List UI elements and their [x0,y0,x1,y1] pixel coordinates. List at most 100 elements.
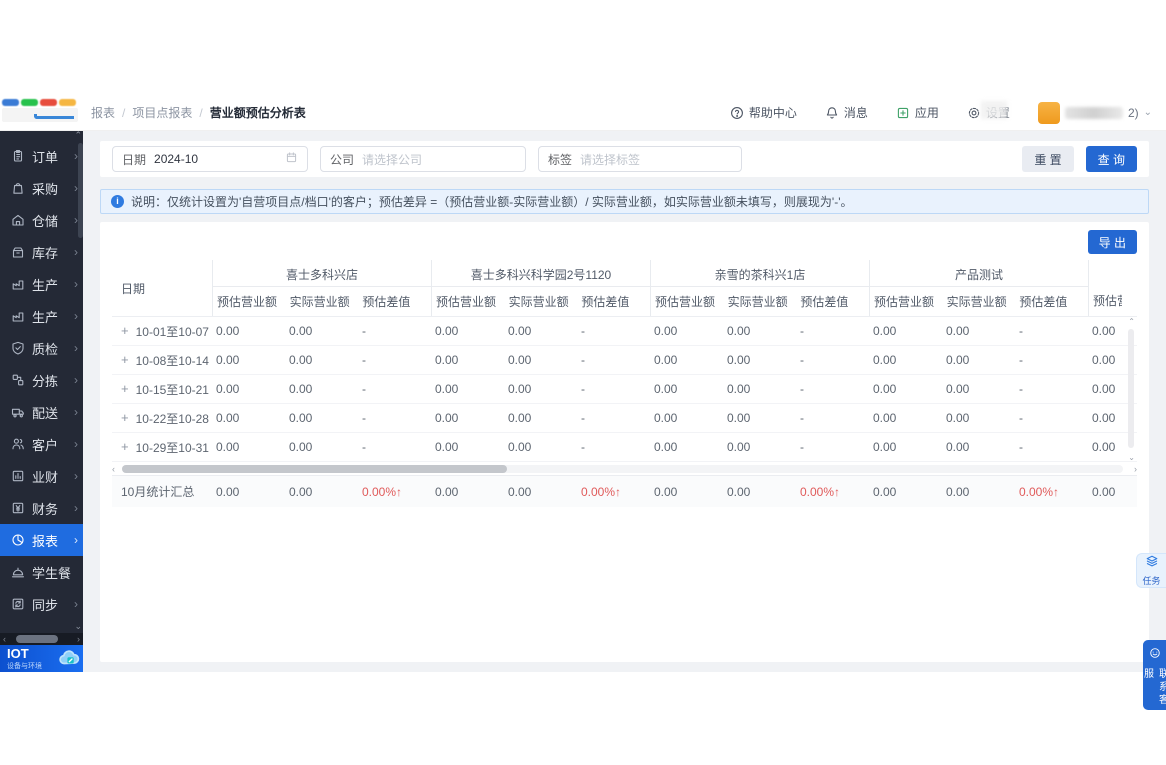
scroll-up-icon[interactable]: ⌃ [1128,317,1135,326]
sidebar-item-inventory[interactable]: 库存 › [0,236,83,268]
notice-banner: i 说明：仅统计设置为'自营项目点/档口'的客户；预估差异 =（预估营业额-实际… [100,189,1149,214]
breadcrumb-item[interactable]: 项目点报表 [132,104,192,121]
reset-button[interactable]: 重 置 [1022,146,1074,172]
horizontal-scrollbar-track[interactable] [122,465,1123,473]
row-date-cell: +10-29至10-31 [112,439,212,456]
table-row: +10-15至10-21 0.00 0.00 - 0.00 0.00 - 0.00 0.00 - 0… [112,375,1137,404]
table-cell: 0.00 [508,440,532,454]
table-cell: 0.00 [727,382,751,396]
column-group-name: 喜士多科兴店 [213,260,431,287]
table-cell: 0.00 [654,382,678,396]
sidebar-item-label: 生产 [32,309,59,325]
sidebar-item-order[interactable]: 订单 › [0,140,83,172]
user-name-redacted [1064,106,1123,119]
summary-cell: 0.00 [873,484,897,499]
sidebar-horizontal-scrollbar[interactable]: ‹ › [0,633,83,645]
sidebar-item-delivery[interactable]: 配送 › [0,396,83,428]
table-cell: 0.00 [216,353,240,367]
apps-button[interactable]: 应用 [896,104,939,121]
horizontal-scrollbar-thumb[interactable] [122,465,507,473]
chevron-right-icon: › [74,373,78,387]
date-filter-input[interactable]: 日期 2024-10 [112,146,308,172]
sidebar-horizontal-scrollbar-thumb[interactable] [16,635,58,643]
vertical-scrollbar-thumb[interactable] [1128,329,1134,448]
summary-cell: 0.00 [216,484,240,499]
expand-row-button[interactable]: + [121,324,129,337]
sidebar-scroll-down-icon[interactable]: ⌄ [74,622,82,631]
expand-row-button[interactable]: + [121,411,129,424]
sidebar-item-production-1[interactable]: 生产 › [0,268,83,300]
table-cell: 0.00 [435,353,459,367]
breadcrumb-item[interactable]: 报表 [91,104,115,121]
table-cell: - [1019,411,1023,425]
top-actions: 帮助中心 消息 应用 设置 2) [730,101,1166,124]
layers-icon [1145,554,1159,573]
column-header: 预估差值 [800,294,849,309]
chevron-right-icon: › [74,309,78,323]
column-header: 预估营业额 [874,294,935,309]
sidebar-item-customer[interactable]: 客户 › [0,428,83,460]
tag-filter-input[interactable]: 标签 请选择标签 [538,146,742,172]
company-filter-input[interactable]: 公司 请选择公司 [320,146,526,172]
breadcrumb: 报表 / 项目点报表 / 营业额预估分析表 [91,104,306,121]
sidebar-item-sorting[interactable]: 分拣 › [0,364,83,396]
table-cell: 0.00 [727,440,751,454]
bell-icon [825,106,839,120]
sidebar-menu: ⌃ ⌄ 订单 › 采购 › 仓储 › 库存 › 生产 › 生产 › 质检 › 分拣 › 配送 › 客户 › 业财 › 财务 ›… [0,131,83,633]
sidebar-item-quality[interactable]: 质检 › [0,332,83,364]
sidebar-item-finance[interactable]: 财务 › [0,492,83,524]
sidebar-item-label: 分拣 [32,373,59,389]
expand-row-button[interactable]: + [121,440,129,453]
column-header-date: 日期 [121,281,146,296]
table-cell: 0.00 [654,324,678,338]
sidebar-item-warehouse[interactable]: 仓储 › [0,204,83,236]
user-menu[interactable]: 2) ⌄ [1037,101,1152,124]
table-cell: 0.00 [946,440,970,454]
sidebar-scroll-up-icon[interactable]: ⌃ [74,131,82,140]
row-date-label: 10-22至10-28 [135,411,209,426]
summary-cell: 0.00 [289,484,313,499]
avatar [1037,101,1060,124]
table-horizontal-scrollbar[interactable]: ‹ › [112,463,1137,475]
tasks-widget[interactable]: 任务 [1136,553,1166,588]
table-vertical-scrollbar[interactable]: ⌃ ⌄ [1125,317,1137,462]
scroll-left-icon[interactable]: ‹ [3,633,6,645]
column-group-name: 亲雪的茶科兴1店 [651,260,869,287]
contact-service-widget[interactable]: 联系客服 [1142,640,1166,710]
sidebar-item-purchase[interactable]: 采购 › [0,172,83,204]
sidebar-item-label: 同步 [32,597,59,613]
table-cell: - [362,411,366,425]
column-header: 预估差值 [362,294,411,309]
table-cell: 0.00 [508,382,532,396]
chevron-right-icon: › [74,501,78,515]
column-header: 实际营业额 [727,294,788,309]
search-button[interactable]: 查 询 [1085,146,1137,172]
pie-chart-icon [11,533,26,548]
scroll-right-icon[interactable]: › [77,633,80,645]
sidebar-item-production-2[interactable]: 生产 › [0,300,83,332]
production-icon [11,277,26,292]
export-button[interactable]: 导 出 [1087,230,1137,254]
tag-filter-placeholder: 请选择标签 [580,152,641,167]
sidebar-item-business-finance[interactable]: 业财 › [0,460,83,492]
expand-row-button[interactable]: + [121,382,129,395]
messages-button[interactable]: 消息 [825,104,868,121]
scroll-left-icon[interactable]: ‹ [112,463,115,475]
table-cell: 0.00 [289,353,313,367]
expand-row-button[interactable]: + [121,353,129,366]
sidebar-item-student-meal[interactable]: 学生餐 [0,556,83,588]
table-cell-partial: 0.00 [1092,440,1116,454]
settings-button[interactable]: 设置 [967,101,1010,121]
column-group-name: 产品测试 [870,260,1088,287]
sidebar-item-report[interactable]: 报表 › [0,524,83,556]
help-center-button[interactable]: 帮助中心 [730,104,797,121]
logo-color-chips [2,98,76,106]
table-cell: 0.00 [873,440,897,454]
iot-banner[interactable]: IOT 设备与环境 [0,645,83,672]
summary-cell: 0.00 [654,484,678,499]
scroll-down-icon[interactable]: ⌄ [1128,453,1135,462]
table-cell: 0.00 [873,353,897,367]
scroll-right-icon[interactable]: › [1134,463,1137,475]
sidebar-item-sync[interactable]: 同步 › [0,588,83,620]
column-header: 预估差值 [1019,294,1068,309]
